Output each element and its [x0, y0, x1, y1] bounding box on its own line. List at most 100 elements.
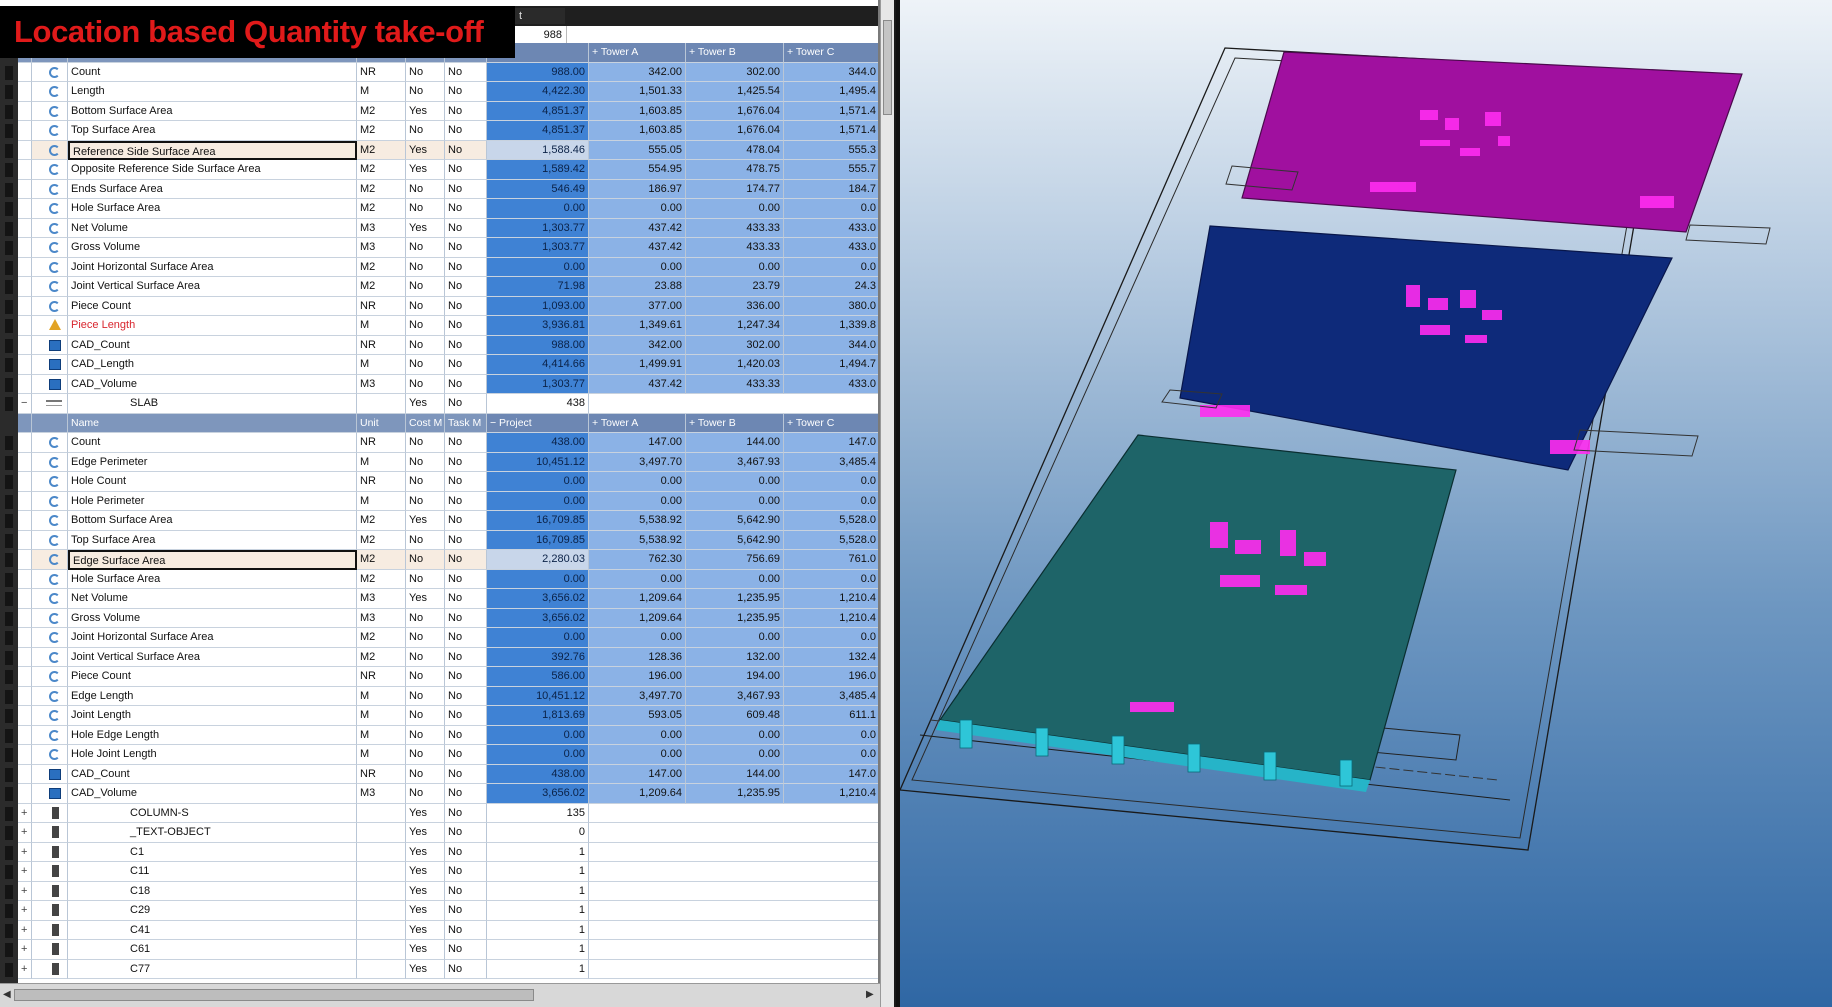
quantity-row[interactable]: Ends Surface Area M2 No No 546.49 186.97 174.7…: [0, 179, 878, 199]
horizontal-scrollbar[interactable]: ◀ ▶: [0, 983, 880, 1007]
quantity-row[interactable]: Piece Count NR No No 586.00 196.00 194.00 196.0: [0, 667, 878, 687]
vertical-scroll-thumb[interactable]: [883, 20, 892, 115]
header-proj[interactable]: − Project: [487, 413, 589, 433]
tree-toggle[interactable]: +: [18, 803, 32, 823]
tree-toggle: [18, 296, 32, 316]
header-unit[interactable]: Unit: [357, 413, 406, 433]
tree-toggle: [18, 589, 32, 609]
object-file-icon: [52, 845, 59, 858]
quantity-row[interactable]: Top Surface Area M2 No No 4,851.37 1,603.85 1,…: [0, 121, 878, 141]
quantity-row[interactable]: Hole Perimeter M No No 0.00 0.00 0.00 0.0: [0, 491, 878, 511]
tree-toggle[interactable]: +: [18, 920, 32, 940]
cell-ta: 593.05: [589, 706, 686, 726]
group-row[interactable]: + _TEXT-OBJECT Yes No 0: [0, 823, 878, 843]
quantity-row[interactable]: Piece Length M No No 3,936.81 1,349.61 1,247.3…: [0, 316, 878, 336]
cell-cost: Yes: [406, 901, 445, 921]
header-ta[interactable]: + Tower A: [589, 413, 686, 433]
quantity-row[interactable]: Reference Side Surface Area M2 Yes No 1,588.…: [0, 140, 878, 160]
quantity-row[interactable]: Net Volume M3 Yes No 3,656.02 1,209.64 1,235.9…: [0, 589, 878, 609]
quantity-row[interactable]: Joint Horizontal Surface Area M2 No No 0.00 0…: [0, 628, 878, 648]
group-row[interactable]: + C29 Yes No 1: [0, 901, 878, 921]
quantity-row[interactable]: Opposite Reference Side Surface Area M2 Ye…: [0, 160, 878, 180]
tree-toggle[interactable]: +: [18, 862, 32, 882]
header-tb[interactable]: + Tower B: [686, 43, 784, 63]
group-row[interactable]: + COLUMN-S Yes No 135: [0, 803, 878, 823]
tree-toggle: [18, 491, 32, 511]
quantity-row[interactable]: Gross Volume M3 No No 3,656.02 1,209.64 1,235.…: [0, 608, 878, 628]
quantity-row[interactable]: Joint Length M No No 1,813.69 593.05 609.48 611…: [0, 706, 878, 726]
quantity-row[interactable]: CAD_Count NR No No 988.00 342.00 302.00 344.0: [0, 335, 878, 355]
quantity-row[interactable]: Net Volume M3 Yes No 1,303.77 437.42 433.33 433…: [0, 218, 878, 238]
header-tb[interactable]: + Tower B: [686, 413, 784, 433]
group-row[interactable]: − SLAB Yes No 438: [0, 394, 878, 414]
scroll-left-arrow-icon[interactable]: ◀: [3, 989, 11, 1000]
cell-proj: 4,851.37: [487, 101, 589, 121]
row-icon-cell: [32, 121, 68, 141]
layer-quantity-icon: [49, 242, 60, 253]
tree-toggle[interactable]: +: [18, 901, 32, 921]
cell-tb: [686, 901, 784, 921]
quantity-row[interactable]: Joint Horizontal Surface Area M2 No No 0.00 0…: [0, 257, 878, 277]
cell-task: No: [445, 550, 487, 570]
quantity-row[interactable]: Hole Joint Length M No No 0.00 0.00 0.00 0.0: [0, 745, 878, 765]
quantity-row[interactable]: CAD_Count NR No No 438.00 147.00 144.00 147.0: [0, 764, 878, 784]
group-row[interactable]: + C1 Yes No 1: [0, 842, 878, 862]
cell-tc: [784, 394, 878, 414]
vertical-scrollbar[interactable]: [880, 0, 894, 1007]
tree-toggle[interactable]: +: [18, 842, 32, 862]
cell-tc: [784, 862, 878, 882]
tree-toggle[interactable]: +: [18, 959, 32, 979]
model-3d-viewport[interactable]: [896, 0, 1832, 1007]
tree-toggle[interactable]: +: [18, 940, 32, 960]
quantity-row[interactable]: CAD_Length M No No 4,414.66 1,499.91 1,420.03 1…: [0, 355, 878, 375]
quantity-row[interactable]: Edge Surface Area M2 No No 2,280.03 762.30 756…: [0, 550, 878, 570]
quantity-row[interactable]: Count NR No No 438.00 147.00 144.00 147.0: [0, 433, 878, 453]
cell-ta: 762.30: [589, 550, 686, 570]
quantity-row[interactable]: Top Surface Area M2 No No 16,709.85 5,538.92 5…: [0, 530, 878, 550]
cell-tb: [686, 823, 784, 843]
header-tc[interactable]: + Tower C: [784, 43, 878, 63]
layer-quantity-icon: [49, 515, 60, 526]
row-icon-cell: [32, 179, 68, 199]
horizontal-scroll-thumb[interactable]: [14, 989, 534, 1001]
group-row[interactable]: + C11 Yes No 1: [0, 862, 878, 882]
quantity-row[interactable]: Hole Count NR No No 0.00 0.00 0.00 0.0: [0, 472, 878, 492]
scroll-right-arrow-icon[interactable]: ▶: [866, 989, 874, 1000]
quantity-row[interactable]: Length M No No 4,422.30 1,501.33 1,425.54 1,495…: [0, 82, 878, 102]
quantity-row[interactable]: Hole Edge Length M No No 0.00 0.00 0.00 0.0: [0, 725, 878, 745]
cell-name: Hole Surface Area: [68, 199, 357, 219]
header-tc[interactable]: + Tower C: [784, 413, 878, 433]
quantity-row[interactable]: Count NR No No 988.00 342.00 302.00 344.0: [0, 62, 878, 82]
tree-toggle[interactable]: −: [18, 394, 32, 414]
tree-toggle: [18, 530, 32, 550]
cell-unit: M2: [357, 530, 406, 550]
quantity-row[interactable]: Piece Count NR No No 1,093.00 377.00 336.00 380…: [0, 296, 878, 316]
layer-quantity-icon: [49, 612, 60, 624]
cell-proj: 1: [487, 940, 589, 960]
quantity-row[interactable]: Bottom Surface Area M2 Yes No 4,851.37 1,603.…: [0, 101, 878, 121]
quantity-row[interactable]: Edge Perimeter M No No 10,451.12 3,497.70 3,46…: [0, 452, 878, 472]
group-row[interactable]: + C61 Yes No 1: [0, 940, 878, 960]
header-task[interactable]: Task M: [445, 413, 487, 433]
group-row[interactable]: + C18 Yes No 1: [0, 881, 878, 901]
quantity-row[interactable]: Joint Vertical Surface Area M2 No No 71.98 23…: [0, 277, 878, 297]
group-row[interactable]: + C77 Yes No 1: [0, 959, 878, 979]
quantity-row[interactable]: Edge Length M No No 10,451.12 3,497.70 3,467.9…: [0, 686, 878, 706]
group-row[interactable]: + C41 Yes No 1: [0, 920, 878, 940]
tree-toggle[interactable]: +: [18, 881, 32, 901]
quantity-row[interactable]: CAD_Volume M3 No No 3,656.02 1,209.64 1,235.95…: [0, 784, 878, 804]
quantity-row[interactable]: CAD_Volume M3 No No 1,303.77 437.42 433.33 433.…: [0, 374, 878, 394]
cell-tb: 0.00: [686, 199, 784, 219]
quantity-row[interactable]: Gross Volume M3 No No 1,303.77 437.42 433.33 43…: [0, 238, 878, 258]
cell-cost: No: [406, 316, 445, 336]
cell-name: Hole Edge Length: [68, 725, 357, 745]
header-cost[interactable]: Cost M: [406, 413, 445, 433]
header-name[interactable]: Name: [68, 413, 357, 433]
quantity-row[interactable]: Bottom Surface Area M2 Yes No 16,709.85 5,538…: [0, 511, 878, 531]
quantity-row[interactable]: Hole Surface Area M2 No No 0.00 0.00 0.00 0.0: [0, 199, 878, 219]
header-ta[interactable]: + Tower A: [589, 43, 686, 63]
quantity-row[interactable]: Joint Vertical Surface Area M2 No No 392.76 1…: [0, 647, 878, 667]
tree-toggle[interactable]: +: [18, 823, 32, 843]
quantity-row[interactable]: Hole Surface Area M2 No No 0.00 0.00 0.00 0.0: [0, 569, 878, 589]
cell-tc: 344.0: [784, 335, 878, 355]
